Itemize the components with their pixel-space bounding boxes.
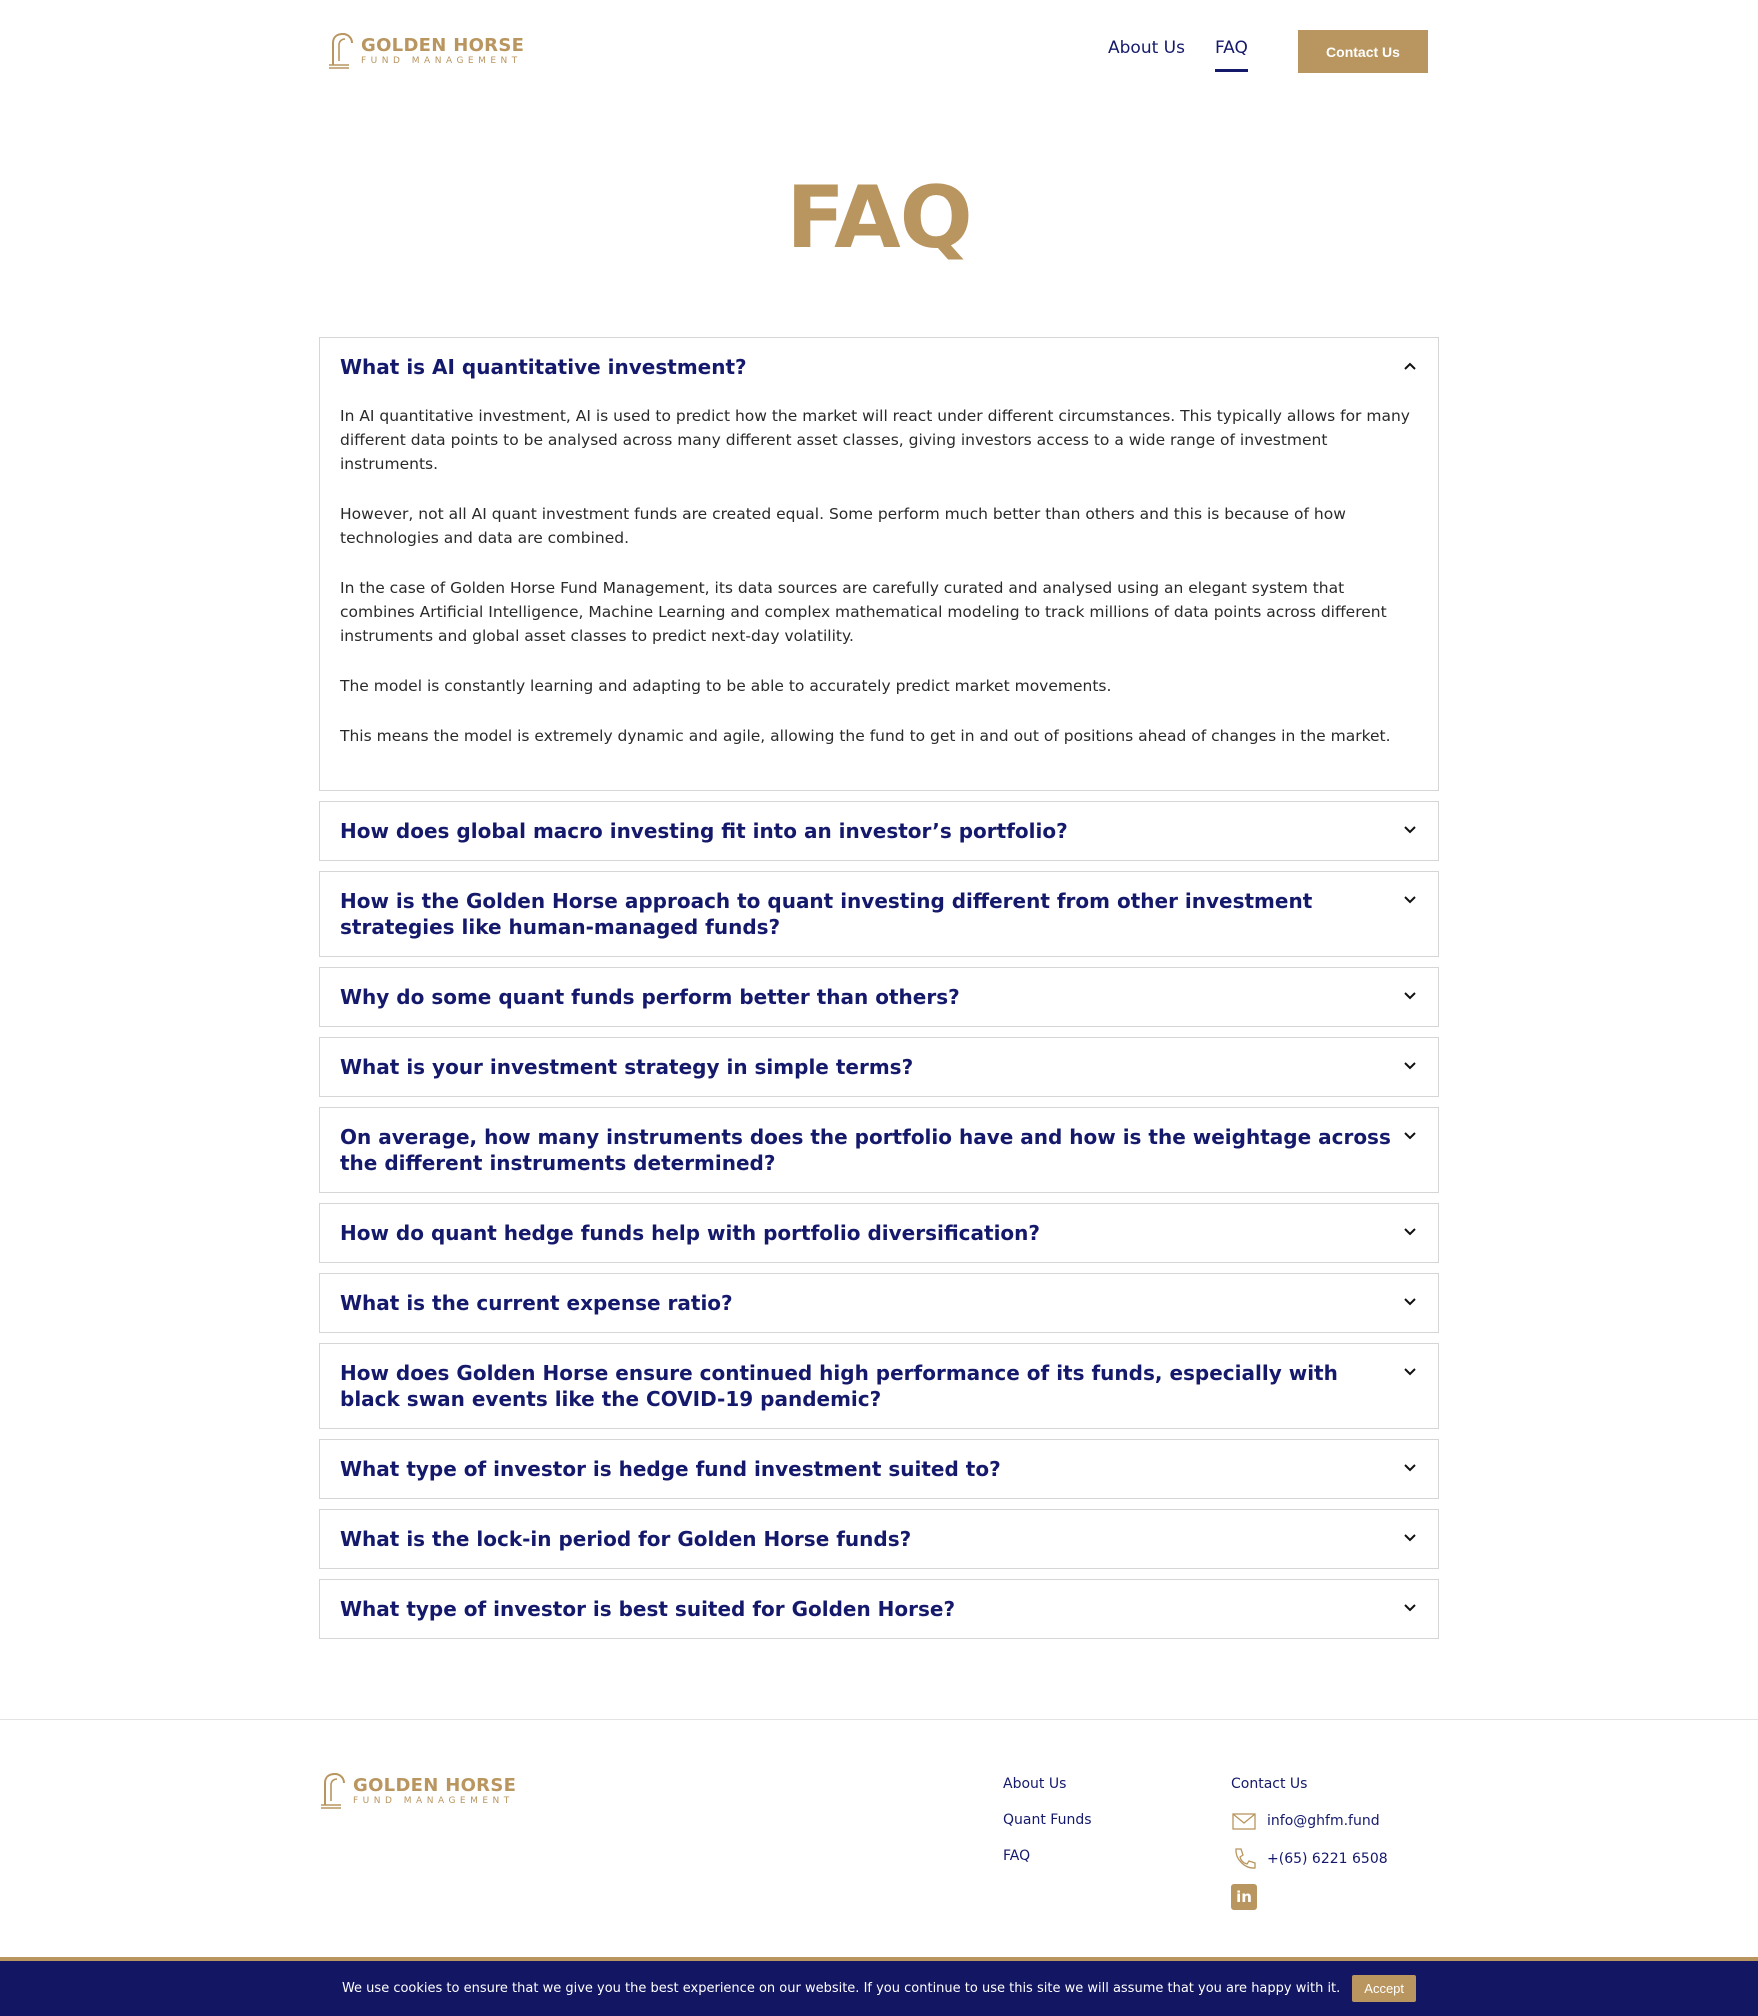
faq-item[interactable]: How is the Golden Horse approach to quan… bbox=[319, 871, 1439, 957]
faq-item[interactable]: Why do some quant funds perform better t… bbox=[319, 967, 1439, 1027]
horse-logo-icon bbox=[329, 32, 353, 69]
footer-email[interactable]: info@ghfm.fund bbox=[1267, 1813, 1380, 1829]
brand-name: GOLDEN HORSE bbox=[361, 34, 525, 56]
chevron-down-icon[interactable] bbox=[1402, 1530, 1418, 1546]
faq-question: On average, how many instruments does th… bbox=[340, 1125, 1391, 1175]
footer-contact: Contact Us info@ghfm.fund +(65) 6221 650… bbox=[1231, 1776, 1388, 1910]
faq-question: How is the Golden Horse approach to quan… bbox=[340, 889, 1313, 939]
main-nav: About Us FAQ bbox=[1108, 38, 1248, 72]
faq-question-header[interactable]: What is your investment strategy in simp… bbox=[320, 1038, 1438, 1096]
phone-icon bbox=[1235, 1848, 1256, 1869]
chevron-down-icon[interactable] bbox=[1402, 1364, 1418, 1380]
faq-answer: In AI quantitative investment, AI is use… bbox=[320, 396, 1438, 790]
faq-question-header[interactable]: What is the lock-in period for Golden Ho… bbox=[320, 1510, 1438, 1568]
faq-question: What type of investor is best suited for… bbox=[340, 1597, 956, 1621]
footer-links: About Us Quant Funds FAQ bbox=[1003, 1776, 1092, 1884]
faq-question-header[interactable]: How do quant hedge funds help with portf… bbox=[320, 1204, 1438, 1262]
answer-paragraph: This means the model is extremely dynami… bbox=[340, 727, 1391, 745]
page-title: FAQ bbox=[786, 168, 973, 268]
footer-logo[interactable]: GOLDEN HORSE FUND MANAGEMENT bbox=[319, 1771, 516, 1811]
faq-question-header[interactable]: What type of investor is best suited for… bbox=[320, 1580, 1438, 1638]
faq-question: What is the current expense ratio? bbox=[340, 1291, 733, 1315]
brand-subtitle: FUND MANAGEMENT bbox=[353, 1795, 514, 1806]
chevron-down-icon[interactable] bbox=[1402, 1058, 1418, 1074]
faq-question: What is your investment strategy in simp… bbox=[340, 1055, 914, 1079]
answer-paragraph: The model is constantly learning and ada… bbox=[340, 677, 1112, 695]
brand-subtitle: FUND MANAGEMENT bbox=[361, 55, 522, 66]
footer-link-quant-funds[interactable]: Quant Funds bbox=[1003, 1812, 1092, 1828]
faq-question: How does global macro investing fit into… bbox=[340, 819, 1068, 843]
footer-phone-row[interactable]: +(65) 6221 6508 bbox=[1231, 1846, 1388, 1872]
nav-faq[interactable]: FAQ bbox=[1214, 38, 1248, 72]
faq-question-header[interactable]: How does Golden Horse ensure continued h… bbox=[320, 1344, 1438, 1428]
horse-logo-icon bbox=[321, 1772, 345, 1809]
faq-question: Why do some quant funds perform better t… bbox=[340, 985, 960, 1009]
chevron-down-icon[interactable] bbox=[1402, 1600, 1418, 1616]
nav-about-us[interactable]: About Us bbox=[1108, 38, 1185, 58]
faq-item[interactable]: How do quant hedge funds help with portf… bbox=[319, 1203, 1439, 1263]
chevron-down-icon[interactable] bbox=[1402, 988, 1418, 1004]
chevron-up-icon[interactable] bbox=[1402, 358, 1418, 374]
brand-logo[interactable]: GOLDEN HORSE FUND MANAGEMENT bbox=[327, 31, 524, 71]
faq-question: What is the lock-in period for Golden Ho… bbox=[340, 1527, 912, 1551]
faq-item[interactable]: On average, how many instruments does th… bbox=[319, 1107, 1439, 1193]
faq-accordion: What is AI quantitative investment? In A… bbox=[319, 337, 1439, 1649]
faq-question-header[interactable]: What type of investor is hedge fund inve… bbox=[320, 1440, 1438, 1498]
footer-phone[interactable]: +(65) 6221 6508 bbox=[1267, 1851, 1388, 1867]
faq-item[interactable]: How does Golden Horse ensure continued h… bbox=[319, 1343, 1439, 1429]
cookie-banner: We use cookies to ensure that we give yo… bbox=[0, 1957, 1758, 2016]
faq-item[interactable]: What type of investor is best suited for… bbox=[319, 1579, 1439, 1639]
linkedin-icon[interactable]: in bbox=[1231, 1884, 1257, 1910]
faq-question: What type of investor is hedge fund inve… bbox=[340, 1457, 1001, 1481]
faq-question-header[interactable]: What is AI quantitative investment? bbox=[320, 338, 1438, 396]
footer-email-row[interactable]: info@ghfm.fund bbox=[1231, 1808, 1388, 1834]
footer-link-about-us[interactable]: About Us bbox=[1003, 1776, 1092, 1792]
chevron-down-icon[interactable] bbox=[1402, 892, 1418, 908]
chevron-down-icon[interactable] bbox=[1402, 1128, 1418, 1144]
answer-paragraph: In the case of Golden Horse Fund Managem… bbox=[340, 579, 1387, 645]
answer-paragraph: However, not all AI quant investment fun… bbox=[340, 505, 1346, 547]
mail-icon bbox=[1232, 1813, 1256, 1830]
faq-question-header[interactable]: What is the current expense ratio? bbox=[320, 1274, 1438, 1332]
faq-item[interactable]: What is the current expense ratio? bbox=[319, 1273, 1439, 1333]
faq-question: How does Golden Horse ensure continued h… bbox=[340, 1361, 1338, 1411]
faq-question: How do quant hedge funds help with portf… bbox=[340, 1221, 1041, 1245]
chevron-down-icon[interactable] bbox=[1402, 1224, 1418, 1240]
footer-contact-heading[interactable]: Contact Us bbox=[1231, 1776, 1388, 1792]
chevron-down-icon[interactable] bbox=[1402, 1460, 1418, 1476]
answer-paragraph: In AI quantitative investment, AI is use… bbox=[340, 407, 1410, 473]
footer-link-faq[interactable]: FAQ bbox=[1003, 1848, 1092, 1864]
faq-item-open: What is AI quantitative investment? In A… bbox=[319, 337, 1439, 791]
site-footer: GOLDEN HORSE FUND MANAGEMENT About Us Qu… bbox=[0, 1719, 1758, 1961]
faq-item[interactable]: How does global macro investing fit into… bbox=[319, 801, 1439, 861]
contact-us-button[interactable]: Contact Us bbox=[1298, 30, 1428, 73]
chevron-down-icon[interactable] bbox=[1402, 822, 1418, 838]
brand-name: GOLDEN HORSE bbox=[353, 1774, 517, 1796]
faq-item[interactable]: What is your investment strategy in simp… bbox=[319, 1037, 1439, 1097]
faq-question: What is AI quantitative investment? bbox=[340, 355, 747, 379]
cookie-accept-button[interactable]: Accept bbox=[1352, 1975, 1417, 2002]
chevron-down-icon[interactable] bbox=[1402, 1294, 1418, 1310]
site-header: GOLDEN HORSE FUND MANAGEMENT About Us FA… bbox=[0, 0, 1758, 104]
faq-question-header[interactable]: On average, how many instruments does th… bbox=[320, 1108, 1438, 1192]
faq-question-header[interactable]: Why do some quant funds perform better t… bbox=[320, 968, 1438, 1026]
cookie-message: We use cookies to ensure that we give yo… bbox=[341, 1981, 1341, 1996]
faq-question-header[interactable]: How does global macro investing fit into… bbox=[320, 802, 1438, 860]
faq-item[interactable]: What type of investor is hedge fund inve… bbox=[319, 1439, 1439, 1499]
faq-item[interactable]: What is the lock-in period for Golden Ho… bbox=[319, 1509, 1439, 1569]
faq-question-header[interactable]: How is the Golden Horse approach to quan… bbox=[320, 872, 1438, 956]
